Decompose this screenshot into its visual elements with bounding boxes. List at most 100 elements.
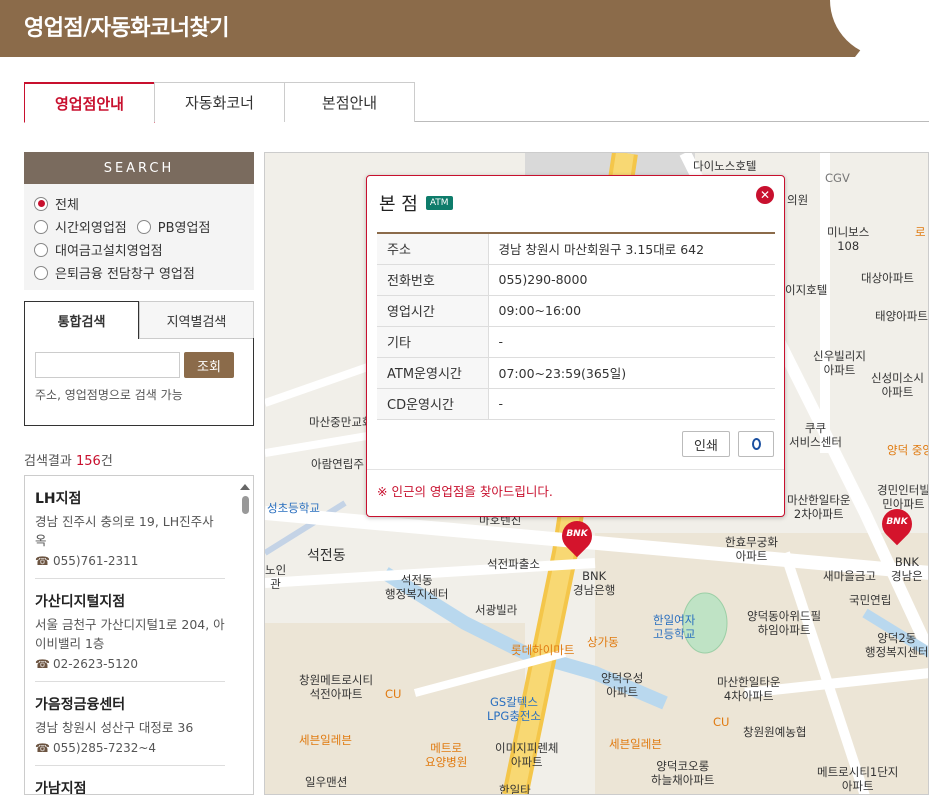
atm-badge: ATM: [425, 196, 453, 210]
radio-retirement[interactable]: 은퇴금융 전담창구 영업점: [34, 263, 195, 282]
search-subtabs: 통합검색 지역별검색: [24, 301, 254, 339]
search-hint: 주소, 영업점명으로 검색 가능: [35, 388, 183, 402]
map-label: 한일여자 고등학교: [653, 613, 696, 641]
map-label: 롯데하이마트: [511, 643, 575, 657]
map-label: 석전동: [307, 548, 346, 564]
map-label: 메트로 요양병원: [425, 741, 468, 769]
map-label: 양덕동아위드필 하임아파트: [747, 609, 822, 637]
map-label: 쿠쿠 서비스센터: [789, 421, 842, 449]
list-item[interactable]: LH지점 경남 진주시 충의로 19, LH진주사옥 ☎ 055)761-2311: [35, 476, 225, 579]
map-label: 양덕코오롱 하늘채아파트: [651, 759, 715, 787]
map-label: 이미지피렌체 아파트: [495, 741, 559, 769]
branch-address: 경남 진주시 충의로 19, LH진주사옥: [35, 514, 214, 548]
map-label: 신성미소시 아파트: [871, 371, 924, 399]
map-label: 이지호텔: [785, 283, 828, 297]
page-header: 영업점/자동화코너찾기: [0, 0, 940, 57]
branch-name[interactable]: LH지점: [35, 488, 225, 508]
radio-all[interactable]: 전체: [34, 194, 79, 213]
map-label: 마산중만교회: [309, 415, 373, 429]
branch-name[interactable]: 가음정금융센터: [35, 694, 225, 714]
map-label: 메트로시티1단지 아파트: [817, 765, 899, 793]
map-label: 다이노스호텔: [693, 159, 757, 173]
map-label: CU: [713, 715, 730, 729]
popup-title: 본 점 ATM: [379, 190, 453, 216]
search-button[interactable]: 조회: [184, 352, 234, 378]
radio-pb[interactable]: PB영업점: [136, 217, 210, 236]
phone-icon: ☎: [35, 657, 50, 671]
map-label: GS칼텍스 LPG충전소: [487, 695, 541, 723]
nearby-branches-link[interactable]: ※ 인근의 영업점을 찾아드립니다.: [377, 481, 553, 500]
map-label: 성초등학교: [267, 501, 320, 515]
map-label: 한일타: [499, 783, 531, 795]
map-label: 세븐일레븐: [299, 733, 352, 747]
map-label: 양덕 중앙: [887, 443, 929, 457]
list-item[interactable]: 가음정금융센터 경남 창원시 성산구 대정로 36 ☎ 055)285-7232~…: [35, 682, 225, 766]
map-label: CU: [385, 687, 402, 701]
map-label: BNK 경남은: [891, 555, 923, 583]
map-label: 로: [915, 225, 926, 239]
map-label: 태양아파트: [875, 309, 928, 323]
map-label: 서광빌라: [475, 603, 518, 617]
map-label: 국민연립: [849, 593, 892, 607]
branch-type-filter: 전체 시간외영업점 PB영업점 대여금고설치영업점 은퇴금융 전담창구 영업점: [24, 184, 254, 290]
map-label: 대상아파트: [861, 271, 914, 285]
search-box: 조회 주소, 영업점명으로 검색 가능: [24, 338, 254, 426]
branch-phone: 02-2623-5120: [53, 657, 139, 671]
tab-headquarters[interactable]: 본점안내: [284, 82, 415, 122]
radio-button[interactable]: [136, 219, 151, 234]
map-label: 신우빌리지 아파트: [813, 349, 866, 377]
result-count: 검색결과 156건: [24, 454, 113, 469]
search-input[interactable]: [35, 352, 180, 378]
map-label: 노인 관: [265, 563, 287, 591]
branch-name[interactable]: 가산디지털지점: [35, 591, 225, 611]
map-label: 양덕우성 아파트: [601, 671, 644, 699]
tab-atm-corner[interactable]: 자동화코너: [154, 82, 285, 122]
bnk-marker[interactable]: BNK: [555, 514, 599, 561]
radio-safe-deposit[interactable]: 대여금고설치영업점: [34, 240, 163, 259]
page-title: 영업점/자동화코너찾기: [24, 16, 229, 41]
map-label: CGV: [825, 171, 850, 185]
map-label: BNK 경남은행: [573, 569, 616, 597]
scroll-up-icon[interactable]: [240, 484, 250, 490]
radio-button[interactable]: [34, 219, 48, 234]
list-scrollbar[interactable]: [240, 482, 250, 782]
map-label: 일우맨션: [305, 775, 348, 789]
map-label: 세븐일레븐: [609, 737, 662, 751]
list-item[interactable]: 가산디지털지점 서울 금천구 가산디지털1로 204, 아이비밸리 1층 ☎ 02…: [35, 579, 225, 682]
map-label: 창원메트로시티 석전아파트: [299, 673, 374, 701]
radio-button[interactable]: [34, 196, 48, 211]
bnk-marker[interactable]: BNK: [875, 502, 919, 549]
close-icon[interactable]: ✕: [756, 186, 774, 204]
map-label: 미니보스 108: [827, 225, 870, 253]
search-heading: SEARCH: [24, 152, 254, 184]
branch-address: 서울 금천구 가산디지털1로 204, 아이비밸리 1층: [35, 617, 225, 651]
map-pin-icon: [751, 438, 761, 450]
branch-phone: 055)285-7232~4: [53, 741, 157, 755]
map-label: 한효무궁화 아파트: [725, 535, 778, 563]
radio-button[interactable]: [34, 265, 48, 280]
scroll-thumb[interactable]: [241, 496, 249, 514]
print-button[interactable]: 인쇄: [682, 431, 730, 457]
tab-branch-info[interactable]: 영업점안내: [24, 82, 155, 123]
phone-icon: ☎: [35, 741, 50, 755]
branch-address: 경남 창원시 성산구 대정로 36: [35, 720, 194, 735]
tab-integrated-search[interactable]: 통합검색: [24, 301, 139, 339]
branch-info-table: 주소 경남 창원시 마산회원구 3.15대로 642 전화번호 055)290-80…: [377, 232, 775, 420]
radio-button[interactable]: [34, 242, 48, 257]
branch-name[interactable]: 가남지점: [35, 778, 225, 794]
map-label: 아람연립주: [311, 457, 364, 471]
map-label: 창원원예농협: [743, 725, 807, 739]
radio-after-hours[interactable]: 시간외영업점: [34, 217, 127, 236]
map-label: 석전파출소: [487, 557, 540, 571]
list-item[interactable]: 가남지점: [35, 766, 225, 794]
map-label: 상가동: [587, 635, 619, 649]
map-label: 새마을금고: [823, 569, 876, 583]
result-list[interactable]: LH지점 경남 진주시 충의로 19, LH진주사옥 ☎ 055)761-2311…: [24, 475, 254, 795]
map-label: 마산한일타운 2차아파트: [787, 493, 851, 521]
phone-icon: ☎: [35, 554, 50, 568]
location-button[interactable]: [738, 431, 774, 457]
branch-phone: 055)761-2311: [53, 554, 139, 568]
main-tabs: 영업점안내 자동화코너 본점안내: [24, 82, 929, 123]
tab-region-search[interactable]: 지역별검색: [139, 301, 254, 339]
map-label: 경민인터빌 민아파트: [877, 483, 929, 511]
